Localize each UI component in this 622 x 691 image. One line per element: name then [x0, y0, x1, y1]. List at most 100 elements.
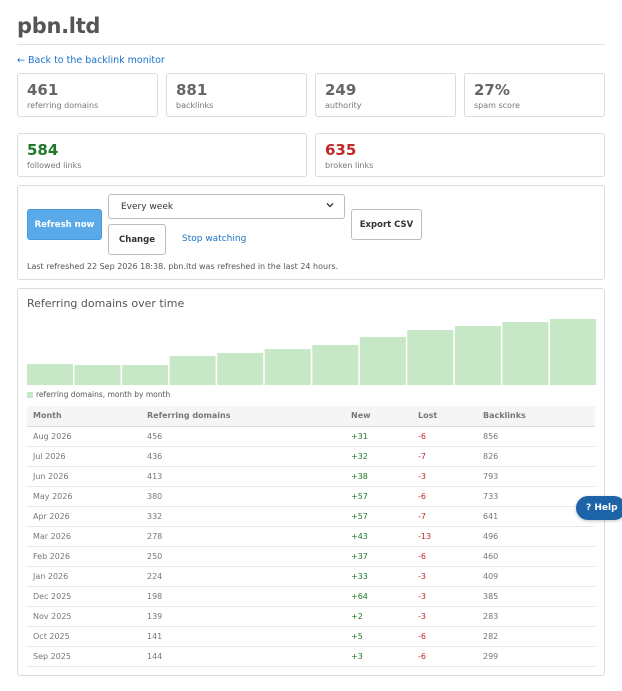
new-cell: +64	[345, 586, 412, 607]
chart-bar	[312, 345, 359, 385]
table-row: Feb 2026 250 +37 -6 460	[27, 546, 595, 567]
lost-cell: -7	[412, 506, 477, 527]
table-row: Mar 2026 278 +43 -13 496	[27, 526, 595, 547]
referring-domains-cell: 456	[141, 426, 345, 447]
referring-domains-cell: 436	[141, 446, 345, 467]
referring-domains-cell: 144	[141, 646, 345, 667]
referring-domains-cell: 250	[141, 546, 345, 567]
month-cell: Oct 2025	[27, 626, 141, 647]
chart-bar	[502, 322, 549, 385]
new-cell: +3	[345, 646, 412, 667]
referring-domains-cell: 198	[141, 586, 345, 607]
backlinks-cell: 299	[477, 646, 595, 667]
new-cell: +57	[345, 506, 412, 527]
lost-cell: -3	[412, 566, 477, 587]
monthly-table: Month Referring domains New Lost Backlin…	[27, 406, 595, 667]
column-header-new: New	[345, 406, 412, 427]
followed-links-card: 584 followed links	[17, 133, 307, 177]
backlinks-cell: 282	[477, 626, 595, 647]
frequency-selected-value: Every week	[121, 201, 174, 212]
referring-domains-cell: 278	[141, 526, 345, 547]
stat-card-backlinks: 881 backlinks	[166, 73, 307, 117]
frequency-select[interactable]: Every week	[108, 194, 345, 219]
month-cell: Jan 2026	[27, 566, 141, 587]
chart-bar	[27, 364, 73, 385]
month-cell: Feb 2026	[27, 546, 141, 567]
stat-card-referring-domains: 461 referring domains	[17, 73, 158, 117]
change-button[interactable]: Change	[108, 224, 166, 255]
stat-value: 249	[325, 81, 357, 99]
broken-links-card: 635 broken links	[315, 133, 605, 177]
new-cell: +43	[345, 526, 412, 547]
month-cell: Sep 2025	[27, 646, 141, 667]
chart-bar	[407, 330, 454, 385]
stop-watching-link[interactable]: Stop watching	[182, 234, 246, 244]
month-cell: Nov 2025	[27, 606, 141, 627]
referring-domains-cell: 139	[141, 606, 345, 627]
table-row: Aug 2026 456 +31 -6 856	[27, 426, 595, 447]
refresh-now-button[interactable]: Refresh now	[27, 209, 102, 240]
backlinks-cell: 856	[477, 426, 595, 447]
referring-domains-cell: 332	[141, 506, 345, 527]
column-header-month: Month	[27, 406, 141, 427]
chart-bar	[550, 319, 596, 385]
stat-label: backlinks	[176, 101, 214, 110]
controls-panel: Refresh now Every week Change Stop watch…	[17, 185, 605, 280]
page-title: pbn.ltd	[17, 14, 101, 38]
chart-bar	[264, 349, 311, 385]
backlinks-cell: 826	[477, 446, 595, 467]
table-row: Dec 2025 198 +64 -3 385	[27, 586, 595, 607]
column-header-lost: Lost	[412, 406, 477, 427]
table-row: Oct 2025 141 +5 -6 282	[27, 626, 595, 647]
table-row: Nov 2025 139 +2 -3 283	[27, 606, 595, 627]
backlinks-cell: 409	[477, 566, 595, 587]
help-button[interactable]: ? Help	[576, 496, 622, 520]
month-cell: Jul 2026	[27, 446, 141, 467]
new-cell: +38	[345, 466, 412, 487]
chevron-down-icon	[326, 201, 334, 212]
chart-legend: referring domains, month by month	[27, 390, 170, 399]
new-cell: +37	[345, 546, 412, 567]
table-row: Apr 2026 332 +57 -7 641	[27, 506, 595, 527]
lost-cell: -3	[412, 606, 477, 627]
stat-label: spam score	[474, 101, 520, 110]
lost-cell: -6	[412, 626, 477, 647]
lost-cell: -6	[412, 426, 477, 447]
new-cell: +31	[345, 426, 412, 447]
new-cell: +33	[345, 566, 412, 587]
followed-links-value: 584	[27, 141, 59, 159]
lost-cell: -3	[412, 586, 477, 607]
backlinks-cell: 793	[477, 466, 595, 487]
lost-cell: -13	[412, 526, 477, 547]
referring-domains-chart	[27, 319, 596, 385]
legend-label: referring domains, month by month	[36, 390, 171, 399]
stat-label: authority	[325, 101, 362, 110]
month-cell: May 2026	[27, 486, 141, 507]
month-cell: Mar 2026	[27, 526, 141, 547]
stat-value: 27%	[474, 81, 510, 99]
back-link[interactable]: ← Back to the backlink monitor	[17, 55, 165, 66]
lost-cell: -6	[412, 546, 477, 567]
column-header-referring-domains: Referring domains	[141, 406, 345, 427]
backlinks-cell: 283	[477, 606, 595, 627]
stat-value: 881	[176, 81, 208, 99]
chart-bar	[122, 365, 169, 385]
backlinks-cell: 385	[477, 586, 595, 607]
refresh-status-text: Last refreshed 22 Sep 2026 18:38. pbn.lt…	[27, 262, 339, 271]
table-header-row: Month Referring domains New Lost Backlin…	[27, 406, 595, 427]
referring-domains-cell: 224	[141, 566, 345, 587]
chart-bar	[74, 365, 121, 385]
lost-cell: -6	[412, 646, 477, 667]
column-header-backlinks: Backlinks	[477, 406, 595, 427]
export-csv-button[interactable]: Export CSV	[351, 209, 422, 240]
stat-card-authority: 249 authority	[315, 73, 456, 117]
month-cell: Aug 2026	[27, 426, 141, 447]
month-cell: Jun 2026	[27, 466, 141, 487]
new-cell: +5	[345, 626, 412, 647]
table-body: Aug 2026 456 +31 -6 856 Jul 2026 436 +32 -7 826 Ju…	[27, 426, 595, 667]
backlinks-cell: 496	[477, 526, 595, 547]
backlinks-cell: 460	[477, 546, 595, 567]
referring-domains-cell: 380	[141, 486, 345, 507]
table-row: Jul 2026 436 +32 -7 826	[27, 446, 595, 467]
chart-bar	[359, 337, 406, 385]
